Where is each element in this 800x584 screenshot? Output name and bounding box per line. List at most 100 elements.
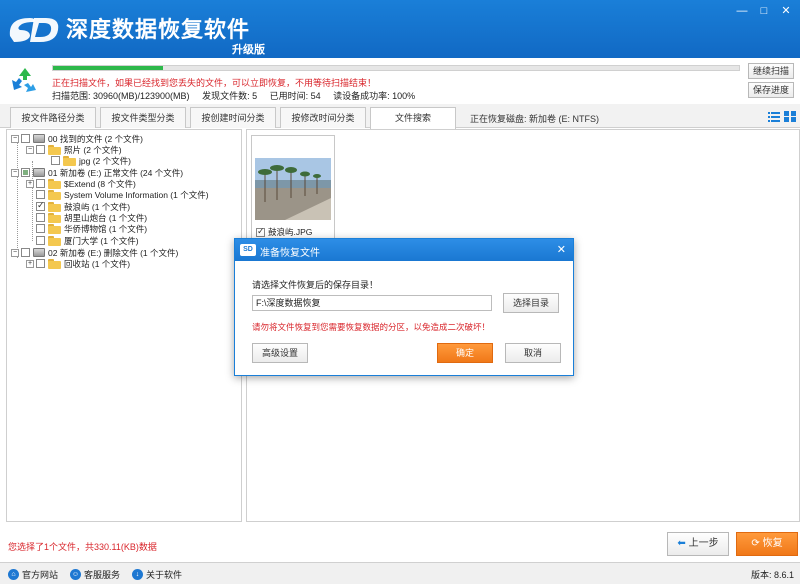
tree-checkbox[interactable] [36, 259, 45, 268]
tree-item[interactable]: − 02 新加卷 (E:) 删除文件 (1 个文件) [11, 247, 178, 258]
tree-item[interactable]: 鼓浪屿 (1 个文件) [36, 200, 130, 212]
folder-icon [48, 144, 61, 155]
tree-item[interactable]: System Volume Information (1 个文件) [36, 189, 209, 200]
recycle-icon [12, 68, 36, 92]
arrow-left-icon: ⬅ [677, 538, 689, 549]
tab-by-created[interactable]: 按创建时间分类 [190, 107, 276, 128]
app-title: 深度数据恢复软件 [66, 17, 251, 42]
refresh-icon: ⟳ [751, 538, 763, 549]
drive-icon [33, 248, 45, 257]
tree-checkbox[interactable] [36, 224, 45, 233]
scan-info-area: 正在扫描文件，如果已经找到您丢失的文件，可以立即恢复，不用等待扫描结束！ 扫描范… [0, 58, 800, 104]
tree-item[interactable]: + 回收站 (1 个文件) [26, 258, 130, 269]
dialog-close-button[interactable]: ✕ [557, 243, 566, 256]
tree-checkbox[interactable] [36, 213, 45, 222]
collapse-toggle[interactable]: − [11, 134, 19, 143]
tree-item-label: 厦门大学 (1 个文件) [64, 235, 139, 246]
download-icon: ↓ [132, 569, 143, 580]
folder-icon [48, 235, 61, 246]
cancel-button[interactable]: 取消 [505, 343, 561, 363]
tab-by-path[interactable]: 按文件路径分类 [10, 107, 96, 128]
scan-warning-text: 正在扫描文件，如果已经找到您丢失的文件，可以立即恢复，不用等待扫描结束！ [52, 78, 377, 88]
tree-item[interactable]: − 01 新加卷 (E:) 正常文件 (24 个文件) [11, 167, 183, 178]
tab-by-modified[interactable]: 按修改时间分类 [280, 107, 366, 128]
tree-item[interactable]: 华侨博物馆 (1 个文件) [36, 223, 147, 234]
tree-item-label: 回收站 (1 个文件) [64, 258, 131, 269]
tree-item[interactable]: 胡里山炮台 (1 个文件) [36, 212, 147, 223]
tree-checkbox[interactable] [21, 134, 30, 143]
folder-tree: − 00 找到的文件 (2 个文件) − 照片 (2 个文件) jpg (2 个… [6, 129, 242, 522]
collapse-toggle[interactable]: − [26, 145, 34, 154]
tab-by-type[interactable]: 按文件类型分类 [100, 107, 186, 128]
recover-dialog: SD 准备恢复文件 ✕ 请选择文件恢复后的保存目录！ F:\深度数据恢复 选择目… [234, 238, 574, 376]
app-logo [9, 18, 59, 42]
tree-checkbox[interactable] [36, 145, 45, 154]
read-rate: 读设备成功率: 100% [333, 91, 416, 101]
dialog-prompt: 请选择文件恢复后的保存目录！ [252, 280, 379, 290]
photo-thumbnail-image [255, 158, 331, 220]
advanced-settings-button[interactable]: 高级设置 [252, 343, 308, 363]
tree-checkbox[interactable] [36, 179, 45, 188]
tree-item[interactable]: 厦门大学 (1 个文件) [36, 235, 139, 246]
elapsed-time: 已用时间: 54 [269, 91, 321, 101]
file-checkbox[interactable] [256, 226, 265, 237]
folder-icon [48, 201, 61, 212]
file-name: 鼓浪屿.JPG [268, 227, 313, 237]
tree-item[interactable]: + $Extend (8 个文件) [26, 178, 136, 189]
tree-item-label: jpg (2 个文件) [79, 155, 131, 166]
title-bar: 深度数据恢复软件 升级版 — □ ✕ [0, 0, 800, 58]
prev-step-label: 上一步 [688, 538, 719, 549]
close-button[interactable]: ✕ [776, 4, 796, 18]
save-progress-button[interactable]: 保存进度 [748, 82, 794, 98]
support-link[interactable]: ☺ 客服服务 [70, 568, 120, 581]
list-view-icon[interactable] [768, 111, 780, 122]
website-link[interactable]: ⌂ 官方网站 [8, 568, 58, 581]
tree-item[interactable]: − 照片 (2 个文件) [26, 144, 122, 155]
tree-item[interactable]: − 00 找到的文件 (2 个文件) [11, 133, 143, 144]
app-edition: 升级版 [232, 44, 265, 56]
home-icon: ⌂ [8, 569, 19, 580]
prev-step-button[interactable]: ⬅ 上一步 [667, 532, 729, 556]
file-thumbnail-label: 鼓浪屿.JPG [256, 226, 312, 238]
grid-view-icon[interactable] [784, 111, 796, 122]
file-thumbnail[interactable]: 鼓浪屿.JPG [251, 135, 335, 239]
collapse-toggle[interactable]: − [11, 248, 19, 257]
expand-toggle[interactable]: + [26, 259, 34, 268]
tree-item-label: System Volume Information (1 个文件) [64, 189, 209, 200]
tree-checkbox[interactable] [36, 200, 45, 211]
folder-icon [48, 258, 61, 269]
tree-checkbox[interactable] [21, 168, 30, 177]
recover-label: 恢复 [762, 538, 783, 549]
tree-item-label: 华侨博物馆 (1 个文件) [64, 223, 148, 234]
support-icon: ☺ [70, 569, 81, 580]
tree-connector [17, 140, 18, 258]
dialog-title-bar: SD 准备恢复文件 ✕ [235, 239, 573, 261]
scan-stats: 扫描范围: 30960(MB)/123900(MB) 发现文件数: 5 已用时间… [52, 89, 425, 102]
tree-checkbox[interactable] [36, 236, 45, 245]
collapse-toggle[interactable]: − [11, 168, 19, 177]
tree-checkbox[interactable] [51, 156, 60, 165]
continue-scan-button[interactable]: 继续扫描 [748, 63, 794, 79]
tree-checkbox[interactable] [21, 248, 30, 257]
website-label: 官方网站 [22, 570, 59, 580]
dialog-title: 准备恢复文件 [260, 248, 320, 259]
drive-icon [33, 168, 45, 177]
save-path-input[interactable]: F:\深度数据恢复 [252, 295, 492, 311]
tree-item[interactable]: jpg (2 个文件) [51, 155, 131, 166]
expand-toggle[interactable]: + [26, 179, 34, 188]
tree-checkbox[interactable] [36, 190, 45, 199]
scan-range: 扫描范围: 30960(MB)/123900(MB) [52, 91, 190, 101]
confirm-button[interactable]: 确定 [437, 343, 493, 363]
choose-directory-button[interactable]: 选择目录 [503, 293, 559, 313]
minimize-button[interactable]: — [732, 4, 752, 18]
recover-button[interactable]: ⟳ 恢复 [736, 532, 798, 556]
scan-progress-fill [53, 66, 163, 70]
about-link[interactable]: ↓ 关于软件 [132, 568, 182, 581]
folder-icon [48, 223, 61, 234]
folder-icon [48, 212, 61, 223]
drive-icon [33, 134, 45, 143]
dialog-warning: 请勿将文件恢复到您需要恢复数据的分区，以免造成二次破坏！ [252, 322, 491, 332]
current-disk-label: 正在恢复磁盘: 新加卷 (E: NTFS) [470, 114, 599, 124]
restore-button[interactable]: □ [754, 4, 774, 18]
tab-file-search[interactable]: 文件搜索 [370, 107, 456, 129]
